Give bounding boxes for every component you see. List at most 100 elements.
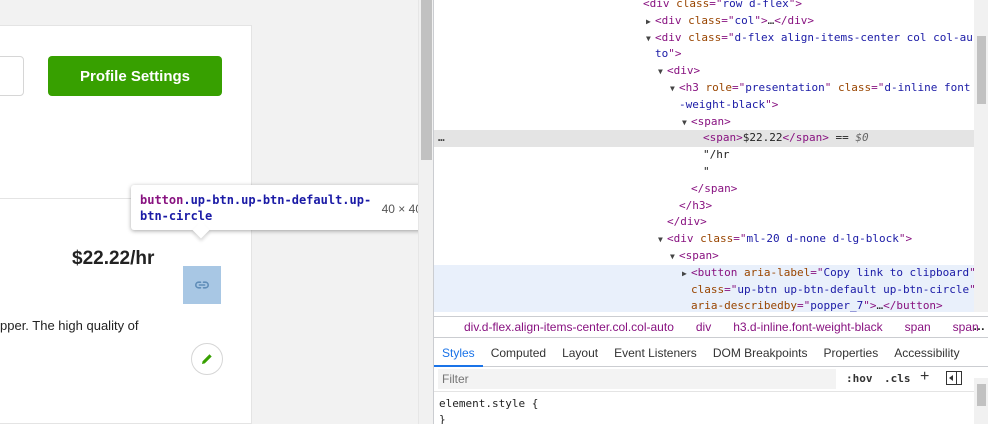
- styles-filter-input[interactable]: [438, 369, 836, 389]
- dom-token: =": [796, 299, 811, 312]
- dom-token: ">: [898, 232, 913, 246]
- page-scrollbar-thumb[interactable]: [421, 0, 432, 160]
- elements-dom-tree[interactable]: <div class="row d-flex"> ▶ <div class="col…: [434, 0, 974, 312]
- tab-properties[interactable]: Properties: [816, 340, 887, 366]
- dom-node-line[interactable]: ▼ <div class="d-flex align-items-center c…: [434, 30, 974, 47]
- element-inspect-tooltip: button.up-btn.up-btn-default.up-btn-circ…: [131, 185, 418, 239]
- dom-node-line[interactable]: </h3>: [434, 198, 974, 215]
- dom-token: Copy link to clipboard: [823, 265, 970, 279]
- edit-description-button[interactable]: [191, 343, 223, 375]
- dom-token: </div>: [667, 215, 707, 229]
- dom-node-line[interactable]: </div>: [434, 214, 974, 231]
- hover-state-toggle[interactable]: :hov: [846, 372, 873, 385]
- dom-token: ">: [754, 13, 768, 27]
- styles-toolbar: :hov .cls +: [434, 367, 988, 391]
- tab-event-listeners[interactable]: Event Listeners: [606, 340, 705, 366]
- dom-token: <span>: [679, 249, 719, 262]
- element-style-rule-close: }: [439, 413, 446, 424]
- profile-settings-button[interactable]: Profile Settings: [48, 56, 222, 96]
- dom-token: <div: [643, 0, 677, 10]
- dom-node-line[interactable]: class="up-btn up-btn-default up-btn-circ…: [434, 281, 974, 299]
- dom-token: class: [676, 0, 710, 10]
- dom-token: =": [732, 81, 746, 94]
- dom-token: </span>: [782, 131, 829, 145]
- dom-token: =": [871, 81, 885, 94]
- breadcrumb-item[interactable]: span: [905, 320, 942, 334]
- page-scrollbar[interactable]: [418, 0, 433, 424]
- copy-link-button[interactable]: [183, 266, 221, 304]
- search-input[interactable]: [0, 56, 24, 96]
- dom-token: $0: [855, 131, 869, 145]
- dom-token: ">: [765, 97, 779, 111]
- tooltip-dimensions: 40 × 40: [381, 202, 418, 216]
- collapse-triangle-icon[interactable]: ▼: [670, 81, 679, 97]
- tab-layout[interactable]: Layout: [554, 340, 606, 366]
- dom-token: popper_7: [810, 299, 864, 312]
- dom-token: -weight-black: [679, 97, 766, 111]
- collapse-triangle-icon[interactable]: ▼: [658, 232, 667, 248]
- dom-node-line[interactable]: ": [434, 164, 974, 181]
- dom-token: </button>: [883, 299, 943, 312]
- pencil-icon: [202, 354, 212, 364]
- breadcrumb-more[interactable]: …: [973, 319, 985, 333]
- dom-token: <button: [691, 265, 744, 279]
- breadcrumb-item[interactable]: div: [696, 320, 722, 334]
- dom-node-line[interactable]: ▼ <h3 role="presentation" class="d-inline…: [434, 80, 974, 97]
- collapse-triangle-icon[interactable]: ▼: [670, 249, 679, 265]
- dom-tree-scrollbar[interactable]: [974, 0, 988, 312]
- dom-token: ": [824, 81, 838, 94]
- dom-token: </h3>: [679, 198, 713, 212]
- tab-dom-breakpoints[interactable]: DOM Breakpoints: [705, 340, 816, 366]
- toggle-sidebar-icon[interactable]: [946, 371, 962, 385]
- class-toggle[interactable]: .cls: [884, 372, 911, 385]
- tooltip-selector: button.up-btn.up-btn-default.up-btn-circ…: [140, 193, 372, 223]
- styles-scrollbar-thumb[interactable]: [977, 384, 986, 406]
- dom-node-line[interactable]: aria-describedby="popper_7">…</button>: [434, 298, 974, 312]
- tab-accessibility[interactable]: Accessibility: [886, 340, 967, 366]
- dom-node-line[interactable]: ▶ <div class="col">…</div>: [434, 13, 974, 30]
- dom-token: d-flex align-items-center col col-au: [734, 30, 973, 44]
- collapse-triangle-icon[interactable]: ▼: [658, 64, 667, 80]
- dom-node-line[interactable]: to">: [434, 46, 974, 63]
- breadcrumb-item[interactable]: h3.d-inline.font-weight-black: [733, 320, 893, 334]
- breadcrumb-item[interactable]: div.d-flex.align-items-center.col.col-au…: [464, 320, 685, 334]
- dom-tree-scrollbar-thumb[interactable]: [977, 36, 986, 104]
- dom-token: ": [703, 165, 710, 178]
- dom-token: =": [810, 265, 824, 279]
- dom-token: ">: [668, 47, 682, 61]
- dom-node-line[interactable]: "/hr: [434, 147, 974, 164]
- dom-token: <span>: [703, 131, 743, 145]
- dom-token: col: [734, 13, 755, 27]
- new-style-rule-button[interactable]: +: [920, 368, 929, 386]
- dom-node-line[interactable]: <div class="row d-flex">: [434, 0, 974, 13]
- dom-node-line[interactable]: ▶ <button aria-label="Copy link to clipbo…: [434, 264, 974, 282]
- tab-styles[interactable]: Styles: [434, 340, 483, 367]
- expand-triangle-icon[interactable]: ▶: [682, 266, 691, 282]
- dom-token: </div>: [774, 13, 814, 27]
- dom-token: =": [733, 232, 747, 246]
- dom-token: d-inline font: [884, 81, 971, 94]
- collapse-triangle-icon[interactable]: ▼: [646, 31, 655, 47]
- expand-triangle-icon[interactable]: ▶: [646, 14, 655, 30]
- dom-node-line[interactable]: ▼ <span>: [434, 114, 974, 131]
- dom-token: class: [688, 13, 722, 27]
- dom-token: ml-20 d-none d-lg-block: [746, 232, 899, 246]
- styles-scrollbar[interactable]: [974, 378, 988, 424]
- dom-node-line[interactable]: ▼ <div>: [434, 63, 974, 80]
- collapse-triangle-icon[interactable]: ▼: [682, 115, 691, 131]
- dom-node-line[interactable]: -weight-black">: [434, 97, 974, 114]
- dom-token: <div: [655, 30, 689, 44]
- dom-token: class: [691, 282, 725, 296]
- profile-description: pper. The high quality of: [0, 318, 139, 333]
- dom-token: row d-flex: [722, 0, 789, 10]
- dom-token: $22.22: [742, 131, 783, 145]
- dom-node-line[interactable]: <span>$22.22</span> == $0…: [434, 130, 974, 148]
- dom-token: aria-describedby: [691, 299, 797, 312]
- element-style-rule-open[interactable]: element.style {: [439, 396, 969, 412]
- dom-node-line[interactable]: ▼ <span>: [434, 248, 974, 265]
- dom-node-line[interactable]: ▼ <div class="ml-20 d-none d-lg-block">: [434, 231, 974, 248]
- dom-node-line[interactable]: </span>: [434, 181, 974, 198]
- node-actions-ellipsis-icon[interactable]: …: [438, 130, 445, 147]
- dom-token: ">: [788, 0, 802, 10]
- tab-computed[interactable]: Computed: [483, 340, 554, 366]
